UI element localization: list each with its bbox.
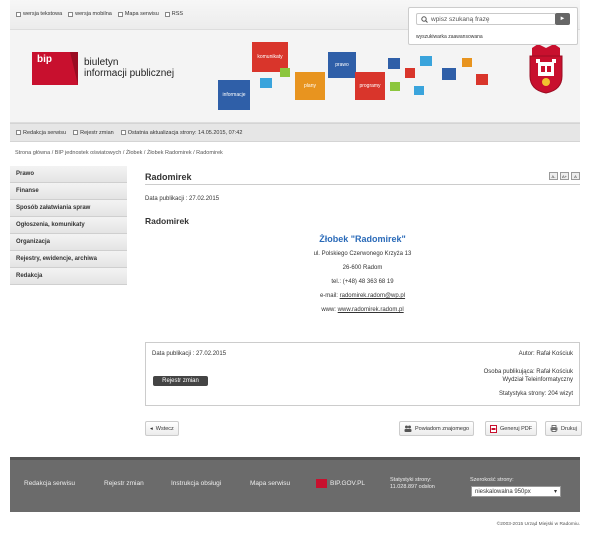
- bubble-deco: [260, 78, 272, 88]
- search-submit-button[interactable]: ►: [555, 13, 570, 25]
- bullet-icon: [16, 11, 21, 17]
- address: ul. Polskiego Czerwonego Krzyża 13: [313, 251, 412, 257]
- font-decrease-button[interactable]: A-: [549, 172, 558, 180]
- email-link[interactable]: radomirek.radom@wp.pl: [340, 293, 405, 299]
- font-increase-button[interactable]: A+: [560, 172, 569, 180]
- footer-link-instrukcja[interactable]: Instrukcja obsługi: [171, 480, 221, 487]
- search-panel: wpisz szukaną frazę ► wyszukiwarka zaawa…: [408, 7, 578, 45]
- bullet-icon: [16, 130, 21, 135]
- metadata-box: Data publikacji : 27.02.2015 Autor: Rafa…: [145, 342, 580, 406]
- contact-card: Żłobek "Radomirek" ul. Polskiego Czerwon…: [145, 234, 580, 321]
- people-icon: [404, 425, 412, 432]
- action-bar: ◂ Wstecz Powiadom znajomego Generuj PDF D…: [145, 421, 582, 437]
- meta-publication-date: Data publikacji : 27.02.2015: [152, 351, 227, 357]
- advanced-search-link[interactable]: wyszukiwarka zaawansowana: [416, 34, 483, 40]
- bullet-icon: [164, 11, 170, 17]
- sidebar-item-redakcja[interactable]: Redakcja: [10, 268, 127, 285]
- font-reset-button[interactable]: A: [571, 172, 580, 180]
- sidebar-item-sposob[interactable]: Sposób załatwiania spraw: [10, 200, 127, 217]
- sidebar-menu: Prawo Finanse Sposób załatwiania spraw O…: [10, 166, 127, 285]
- bubble-informacje: informacje: [218, 80, 250, 110]
- printer-icon: [550, 425, 558, 432]
- bubble-deco: [414, 86, 424, 95]
- bullet-icon: [117, 11, 123, 17]
- meta-author: Autor: Rafał Kościuk: [518, 351, 573, 357]
- bubble-deco: [420, 56, 432, 66]
- city: 26-600 Radom: [342, 265, 383, 271]
- page-width-label: Szerokość strony:: [470, 477, 514, 483]
- main-title-row: Radomirek A- A+ A: [145, 166, 580, 185]
- notify-friend-button[interactable]: Powiadom znajomego: [399, 421, 475, 436]
- font-size-controls: A- A+ A: [549, 172, 580, 180]
- sidebar-item-rejestry[interactable]: Rejestry, ewidencje, archiwa: [10, 251, 127, 268]
- footer-link-mapa[interactable]: Mapa serwisu: [250, 480, 290, 487]
- footer-statistics: Statystyki strony: 11.028.897 odsłon: [390, 477, 435, 490]
- bullet-icon: [68, 11, 74, 17]
- page-width-select[interactable]: nieskalowalna 950px ▾: [471, 486, 561, 497]
- www-line: www: www.radomirek.radom.pl: [321, 307, 404, 313]
- footer: Redakcja serwisu Rejestr zmian Instrukcj…: [10, 457, 580, 512]
- back-button[interactable]: ◂ Wstecz: [145, 421, 179, 436]
- info-bar: Redakcja serwisu Rejestr zmian Ostatnia …: [10, 123, 580, 142]
- bubble-deco: [476, 74, 488, 85]
- copyright: ©2003-2015 Urząd Miejski w Radomiu.: [496, 522, 580, 527]
- footer-link-rejestr[interactable]: Rejestr zmian: [104, 480, 144, 487]
- change-log-button[interactable]: Rejestr zmian: [153, 376, 208, 386]
- info-link-rejestr[interactable]: Rejestr zmian: [73, 130, 114, 136]
- sidebar-item-ogloszenia[interactable]: Ogłoszenia, komunikaty: [10, 217, 127, 234]
- section-title: Radomirek: [145, 216, 189, 226]
- breadcrumb[interactable]: Strona główna / BIP jednostek oświatowyc…: [15, 150, 223, 156]
- bullet-icon: [120, 130, 126, 135]
- bubble-prawo: prawo: [328, 52, 356, 78]
- bullet-icon: [73, 130, 79, 135]
- bubble-deco: [280, 68, 290, 77]
- bubble-deco: [390, 82, 400, 91]
- top-link-mobile-version[interactable]: wersja mobilna: [68, 11, 112, 17]
- last-update: Ostatnia aktualizacja strony: 14.05.2015…: [120, 130, 242, 136]
- page-title: Radomirek: [145, 172, 192, 182]
- bubble-deco: [388, 58, 400, 69]
- chevron-left-icon: ◂: [150, 425, 153, 432]
- bip-title: biuletyn informacji publicznej: [84, 57, 175, 79]
- bubble-programy: programy: [355, 72, 385, 100]
- bubble-plany: plany: [295, 72, 325, 100]
- bubble-deco: [462, 58, 472, 67]
- phone: tel.: (+48) 48 363 68 19: [331, 279, 394, 285]
- www-link[interactable]: www.radomirek.radom.pl: [338, 307, 404, 313]
- bip-logo-text: bip: [37, 54, 52, 65]
- pdf-icon: [490, 424, 497, 433]
- page-statistics: Statystyka strony: 204 wizyt: [498, 391, 573, 397]
- bubble-deco: [442, 68, 456, 80]
- sidebar-item-prawo[interactable]: Prawo: [10, 166, 127, 183]
- top-link-sitemap[interactable]: Mapa serwisu: [117, 11, 159, 17]
- bip-gov-logo-icon: [316, 479, 327, 488]
- top-links: wersja tekstowa wersja mobilna Mapa serw…: [16, 11, 183, 17]
- sidebar-item-finanse[interactable]: Finanse: [10, 183, 127, 200]
- radom-crest-icon[interactable]: [528, 42, 564, 94]
- meta-publisher: Osoba publikująca: Rafał Kościuk Wydział…: [483, 369, 573, 383]
- org-name: Żłobek "Radomirek": [319, 234, 406, 244]
- footer-link-bipgov[interactable]: BIP.GOV.PL: [330, 480, 365, 487]
- footer-link-redakcja[interactable]: Redakcja serwisu: [24, 480, 75, 487]
- publication-date: Data publikacji : 27.02.2015: [145, 196, 220, 202]
- search-icon: [421, 15, 428, 23]
- top-link-text-version[interactable]: wersja tekstowa: [16, 11, 62, 17]
- generate-pdf-button[interactable]: Generuj PDF: [485, 421, 538, 436]
- info-link-redakcja[interactable]: Redakcja serwisu: [16, 130, 66, 136]
- print-button[interactable]: Drukuj: [545, 421, 582, 436]
- search-input[interactable]: wpisz szukaną frazę: [416, 13, 556, 25]
- email-line: e-mail: radomirek.radom@wp.pl: [319, 293, 406, 299]
- dropdown-arrow-icon: ▾: [553, 489, 557, 495]
- bubble-deco: [405, 68, 415, 78]
- top-link-rss[interactable]: RSS: [164, 11, 183, 17]
- sidebar-item-organizacja[interactable]: Organizacja: [10, 234, 127, 251]
